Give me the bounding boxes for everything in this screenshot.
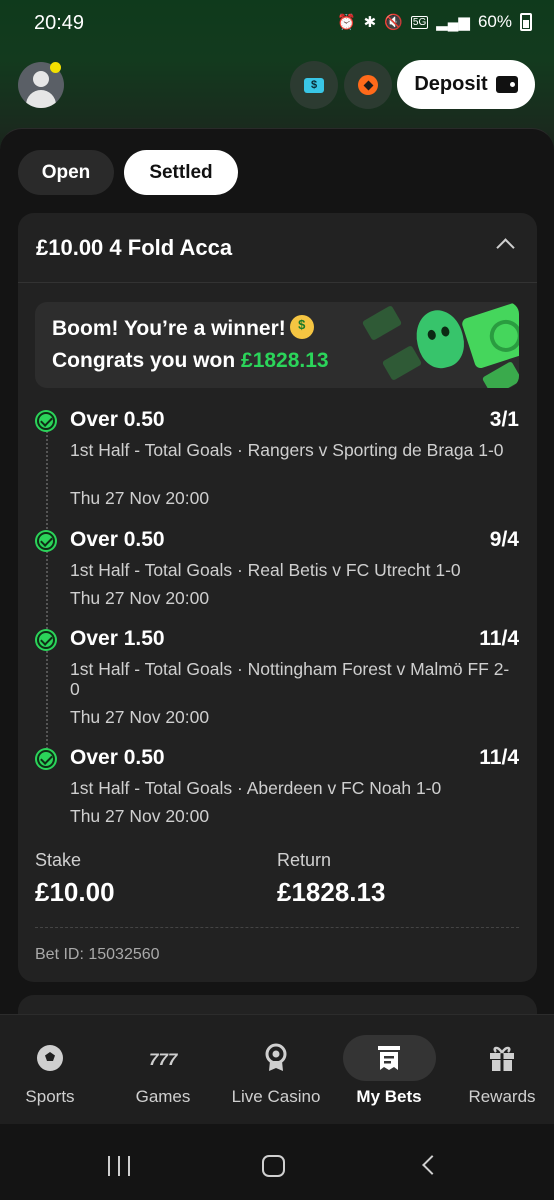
winner-subheading: Congrats you won £1828.13 bbox=[52, 349, 329, 373]
money-face-emoji-icon bbox=[289, 315, 314, 339]
legs-timeline bbox=[46, 418, 48, 753]
leg-selection: Over 0.50 bbox=[70, 746, 165, 769]
winner-line2: Congrats you won bbox=[52, 349, 236, 372]
bet-slip-icon bbox=[378, 1046, 400, 1070]
leg-description: 1st Half - Total Goals · Real Betis v FC… bbox=[70, 560, 461, 580]
casino-award-icon bbox=[265, 1043, 287, 1071]
notification-dot bbox=[50, 62, 61, 73]
bluetooth-icon: ✱ bbox=[363, 14, 377, 31]
divider bbox=[18, 282, 537, 283]
leg-odds: 9/4 bbox=[489, 528, 519, 551]
nav-label: Sports bbox=[25, 1087, 75, 1106]
nav-live-casino[interactable]: Live Casino bbox=[221, 1015, 331, 1125]
nav-label: Games bbox=[135, 1087, 191, 1106]
nav-games[interactable]: 777 Games bbox=[108, 1015, 218, 1125]
nav-label: My Bets bbox=[356, 1087, 422, 1106]
winner-amount: £1828.13 bbox=[241, 349, 329, 372]
back-icon[interactable] bbox=[422, 1155, 442, 1175]
status-time: 20:49 bbox=[34, 12, 85, 34]
winner-heading: Boom! You’re a winner! bbox=[52, 315, 314, 341]
alarm-icon: ⏰ bbox=[336, 14, 356, 31]
leg-selection: Over 1.50 bbox=[70, 627, 165, 650]
stake-label: Stake bbox=[35, 850, 82, 870]
leg-time: Thu 27 Nov 20:00 bbox=[70, 488, 210, 508]
leg-odds: 3/1 bbox=[489, 408, 519, 431]
cash-icon bbox=[460, 302, 519, 370]
leg-selection: Over 0.50 bbox=[70, 528, 165, 551]
wallet-icon bbox=[495, 76, 518, 93]
bottom-nav: Sports 777 Games Live Casino My Bets Rew… bbox=[0, 1014, 554, 1124]
money-note-decoration bbox=[361, 304, 403, 342]
return-label: Return bbox=[277, 850, 332, 870]
leg-time: Thu 27 Nov 20:00 bbox=[70, 806, 210, 826]
nav-label: Rewards bbox=[468, 1087, 536, 1106]
recent-apps-icon[interactable] bbox=[108, 1156, 130, 1176]
leg-description: 1st Half - Total Goals · Rangers v Sport… bbox=[70, 440, 504, 460]
bet-id: Bet ID: 15032560 bbox=[35, 946, 160, 963]
bet-card: £10.00 4 Fold Acca Boom! You’re a winner… bbox=[18, 213, 537, 982]
battery-icon bbox=[520, 13, 532, 31]
free-bet-ticket-button[interactable]: $ bbox=[290, 61, 338, 109]
system-navigation-bar bbox=[0, 1124, 554, 1200]
signal-icon: ▂▄▆ bbox=[436, 14, 470, 31]
winner-banner: Boom! You’re a winner! Congrats you won … bbox=[35, 302, 519, 388]
leg-description: 1st Half - Total Goals · Aberdeen v FC N… bbox=[70, 778, 442, 798]
return-value: £1828.13 bbox=[277, 877, 386, 907]
leg-odds: 11/4 bbox=[479, 627, 519, 650]
deposit-button[interactable]: Deposit bbox=[397, 60, 535, 109]
money-note-decoration bbox=[381, 344, 423, 382]
avatar-body bbox=[26, 90, 56, 108]
dashed-divider bbox=[35, 927, 519, 928]
check-circle-icon bbox=[35, 530, 57, 552]
coin-icon bbox=[358, 75, 378, 95]
leg-time: Thu 27 Nov 20:00 bbox=[70, 588, 210, 608]
bet-status-tabs: Open Settled bbox=[18, 150, 238, 195]
leg-selection: Over 0.50 bbox=[70, 408, 165, 431]
slots-777-icon: 777 bbox=[149, 1050, 178, 1069]
leg-time: Thu 27 Nov 20:00 bbox=[70, 707, 210, 727]
screen: 20:49 ⏰ ✱ 🔇 5G ▂▄▆ 60% $ Deposit Open Se… bbox=[0, 0, 554, 1200]
status-bar: 20:49 ⏰ ✱ 🔇 5G ▂▄▆ 60% bbox=[0, 0, 554, 48]
network-5g-icon: 5G bbox=[410, 15, 429, 29]
nav-sports[interactable]: Sports bbox=[0, 1015, 105, 1125]
check-circle-icon bbox=[35, 629, 57, 651]
bet-title: £10.00 4 Fold Acca bbox=[36, 235, 233, 260]
avatar-head bbox=[33, 71, 49, 87]
tab-settled[interactable]: Settled bbox=[124, 150, 238, 195]
gift-icon bbox=[490, 1046, 514, 1071]
home-icon[interactable] bbox=[262, 1155, 285, 1177]
svg-text:777: 777 bbox=[149, 1050, 178, 1069]
check-circle-icon bbox=[35, 748, 57, 770]
nav-my-bets[interactable]: My Bets bbox=[334, 1015, 444, 1125]
deposit-label: Deposit bbox=[414, 73, 488, 95]
battery-percent: 60% bbox=[477, 12, 512, 31]
tab-open[interactable]: Open bbox=[18, 150, 114, 195]
football-icon bbox=[37, 1045, 63, 1071]
check-circle-icon bbox=[35, 410, 57, 432]
winner-line1: Boom! You’re a winner! bbox=[52, 317, 286, 340]
stake-value: £10.00 bbox=[35, 877, 115, 907]
leg-description: 1st Half - Total Goals · Nottingham Fore… bbox=[70, 659, 510, 699]
status-icons: ⏰ ✱ 🔇 5G ▂▄▆ 60% bbox=[337, 12, 532, 32]
nav-rewards[interactable]: Rewards bbox=[447, 1015, 554, 1125]
nav-label: Live Casino bbox=[231, 1087, 321, 1106]
chevron-up-icon[interactable] bbox=[496, 238, 515, 257]
mute-icon: 🔇 bbox=[384, 14, 403, 31]
leg-odds: 11/4 bbox=[479, 746, 519, 769]
coins-button[interactable] bbox=[344, 61, 392, 109]
ticket-icon: $ bbox=[304, 77, 324, 93]
